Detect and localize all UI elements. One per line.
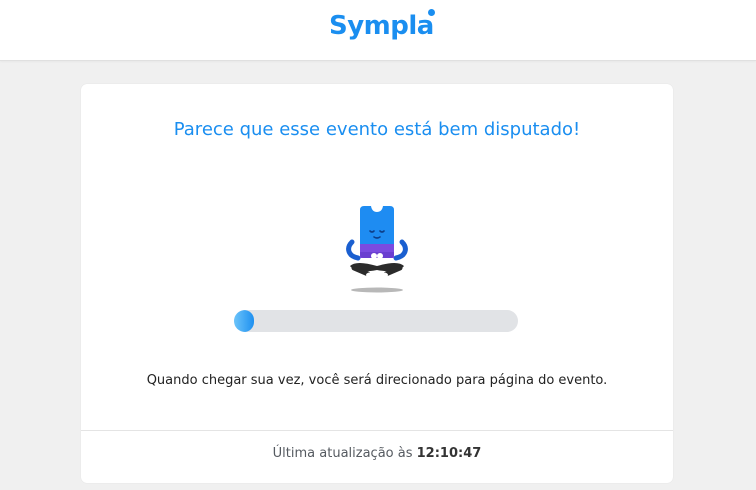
logo-dot-icon [427, 9, 435, 16]
queue-card: Parece que esse evento está bem disputad… [81, 84, 673, 483]
card-divider [81, 430, 673, 431]
last-update: Última atualização às 12:10:47 [81, 445, 673, 463]
page-title: Parece que esse evento está bem disputad… [173, 119, 581, 140]
sympla-logo[interactable]: Sympla [329, 6, 435, 46]
queue-progress-fill [234, 310, 254, 332]
logo-text: Sympla [329, 11, 434, 41]
queue-progress-bar [234, 310, 518, 332]
top-header: Sympla [0, 0, 756, 61]
meditating-ticket-mascot-icon [346, 204, 408, 294]
last-update-label: Última atualização às [272, 446, 413, 461]
queue-message: Quando chegar sua vez, você será direcio… [146, 373, 608, 388]
last-update-time: 12:10:47 [416, 446, 482, 461]
